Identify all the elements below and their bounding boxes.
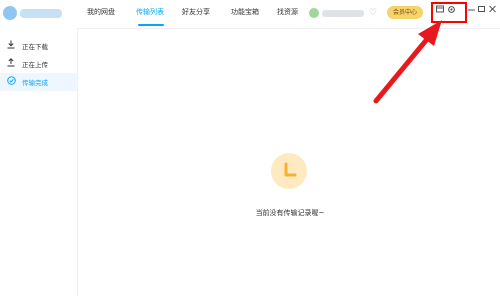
annotation-arrow [373, 20, 442, 104]
